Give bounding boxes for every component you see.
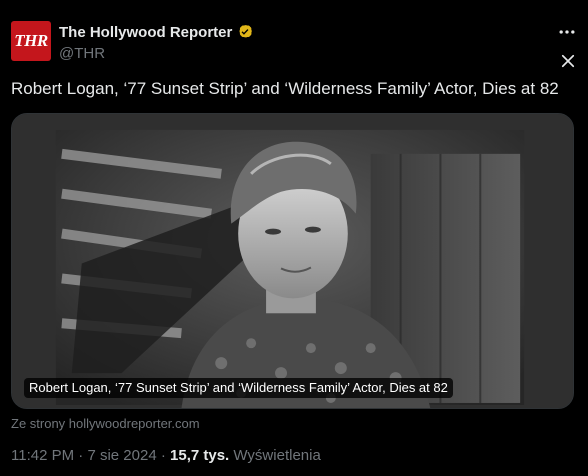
account-names: The Hollywood Reporter @THR — [59, 23, 254, 62]
avatar[interactable]: THR — [11, 21, 51, 61]
card-source[interactable]: Ze strony hollywoodreporter.com — [11, 416, 200, 431]
tweet-text: Robert Logan, ‘77 Sunset Strip’ and ‘Wil… — [11, 79, 559, 98]
verified-badge-icon[interactable] — [236, 23, 254, 41]
account-handle[interactable]: @THR — [59, 45, 254, 62]
display-name-row: The Hollywood Reporter — [59, 23, 254, 41]
views-label: Wyświetlenia — [233, 447, 321, 464]
tweet-meta: 11:42 PM · 7 sie 2024 · 15,7 tys. Wyświe… — [11, 447, 321, 464]
close-icon[interactable] — [559, 52, 577, 70]
tweet-date[interactable]: 7 sie 2024 — [87, 447, 156, 464]
black-and-white-portrait-photo[interactable] — [12, 114, 573, 409]
tweet-header: THR The Hollywood Reporter @THR — [11, 18, 577, 68]
avatar-logo-text: THR — [14, 31, 48, 50]
meta-separator: · — [78, 447, 84, 464]
display-name[interactable]: The Hollywood Reporter — [59, 24, 232, 41]
tweet-time[interactable]: 11:42 PM — [11, 447, 74, 464]
meta-separator: · — [160, 447, 166, 464]
more-options-icon[interactable] — [557, 22, 577, 42]
link-card[interactable]: Robert Logan, ‘77 Sunset Strip’ and ‘Wil… — [11, 113, 574, 409]
views-count: 15,7 tys. — [170, 447, 230, 464]
card-title: Robert Logan, ‘77 Sunset Strip’ and ‘Wil… — [24, 378, 453, 398]
